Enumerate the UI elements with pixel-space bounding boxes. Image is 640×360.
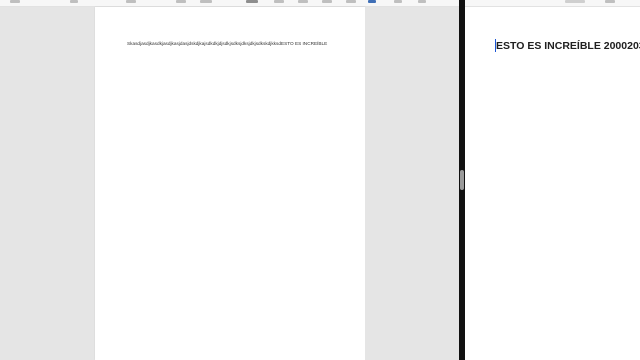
document-body-text[interactable]: Skasdjasdjkasdkjasdjkasjdasjdskdjkajsdkd… [127,41,357,47]
paint-format-icon[interactable] [368,0,376,3]
more-options-icon[interactable] [418,0,426,3]
zoom-dropdown-icon[interactable] [200,0,212,3]
toolbar-menu-icon[interactable] [605,0,615,3]
comment-icon[interactable] [394,0,402,3]
undo-icon[interactable] [10,0,20,3]
right-toolbar [465,0,640,7]
right-editor-window: ESTO ES INCREÍBLE 200020302 [465,0,640,360]
toolbar-button-icon[interactable] [565,0,585,3]
align-left-icon[interactable] [298,0,308,3]
align-center-icon[interactable] [322,0,332,3]
list-icon[interactable] [346,0,356,3]
redo-icon[interactable] [70,0,78,3]
document-body-text[interactable]: ESTO ES INCREÍBLE 200020302 [496,40,640,52]
print-icon[interactable] [126,0,136,3]
link-icon[interactable] [274,0,284,3]
document-page[interactable]: Skasdjasdjkasdkjasdjkasjdasjdskdjkajsdkd… [95,7,365,360]
workspace-background [365,7,461,360]
left-toolbar [0,0,461,7]
spellcheck-icon[interactable] [176,0,186,3]
left-editor-window: Skasdjasdjkasdkjasdjkasjdasjdskdjkajsdkd… [0,0,461,360]
text-color-icon[interactable] [246,0,258,3]
split-drag-handle[interactable] [460,170,464,190]
